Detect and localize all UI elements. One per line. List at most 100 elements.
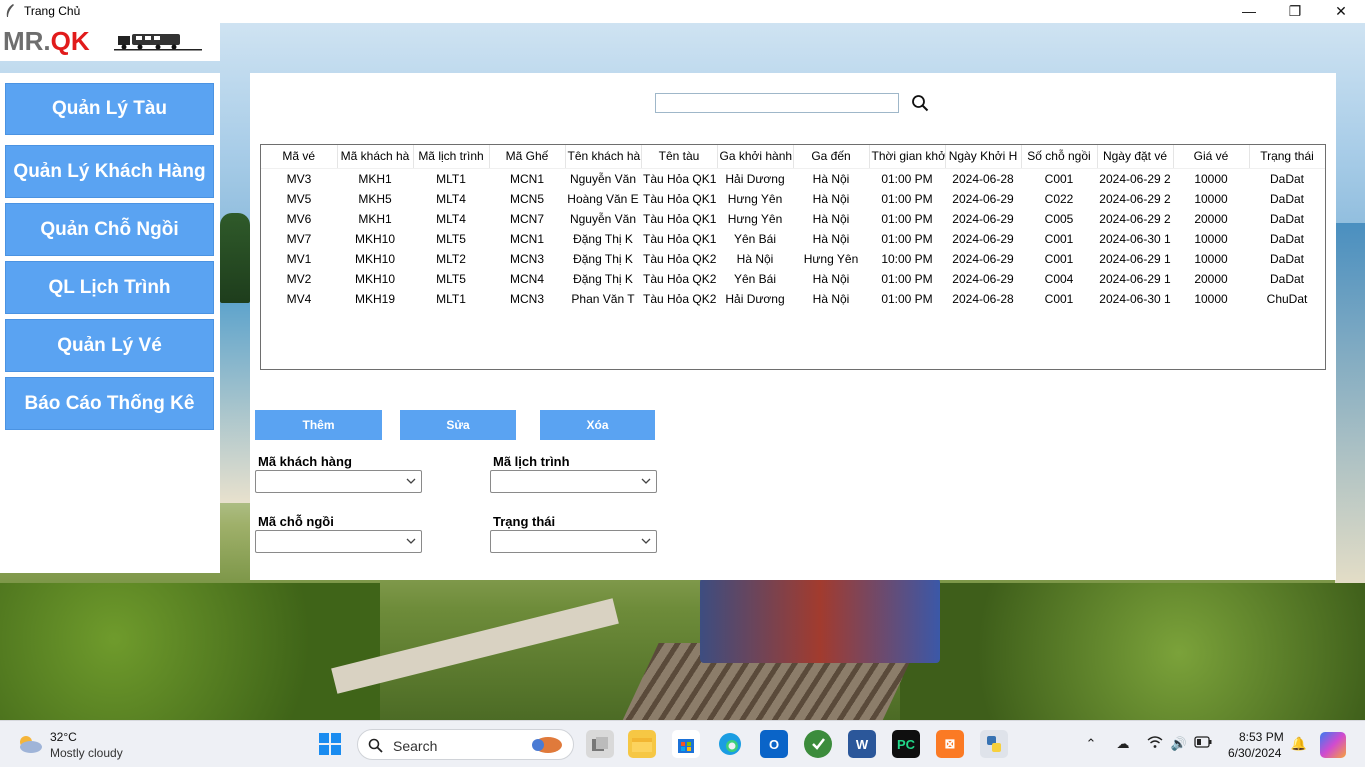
foliage-left (0, 583, 380, 720)
nav-label: QL Lịch Trình (48, 276, 171, 298)
minimize-button[interactable]: — (1226, 0, 1272, 23)
nav-train-management[interactable]: Quản Lý Tàu (5, 83, 214, 135)
seat-id-label: Mã chỗ ngồi (258, 514, 334, 529)
clock-time[interactable]: 8:53 PM (1239, 730, 1284, 744)
table-cell: 01:00 PM (881, 191, 933, 206)
app-green-icon[interactable] (804, 730, 832, 758)
clock-date[interactable]: 6/30/2024 (1228, 746, 1281, 760)
table-cell: MV2 (286, 271, 312, 286)
column-header[interactable]: Tên khách hà (565, 145, 642, 169)
table-cell: MCN5 (509, 191, 544, 206)
column-header[interactable]: Mã khách hà (337, 145, 414, 169)
table-cell: MLT1 (436, 291, 466, 306)
column-header[interactable]: Ga khởi hành (717, 145, 794, 169)
close-window-button[interactable]: ✕ (1318, 0, 1364, 23)
nav-ticket-management[interactable]: Quản Lý Vé (5, 319, 214, 372)
weather-temperature[interactable]: 32°C (50, 730, 77, 744)
table-cell: Yên Bái (733, 271, 777, 286)
column-header[interactable]: Ngày Khởi H (945, 145, 1022, 169)
copilot-icon[interactable] (1320, 732, 1346, 758)
window-title-bar: Trang Chủ — ❐ ✕ (0, 0, 1365, 23)
table-cell: Hà Nội (812, 271, 850, 286)
pycharm-letters: PC (896, 736, 916, 752)
close-icon: ✕ (1335, 3, 1347, 19)
search-input[interactable] (655, 93, 899, 113)
table-cell: MV4 (286, 291, 312, 306)
column-header[interactable]: Mã vé (261, 145, 338, 169)
python-icon[interactable] (980, 730, 1008, 758)
table-row[interactable]: MV4 MKH19 MLT1 MCN3 Phan Văn T Tàu Hỏa QK2 Hải… (261, 289, 1325, 309)
column-header[interactable]: Thời gian khở (869, 145, 946, 169)
volume-icon[interactable]: 🔊 (1170, 735, 1188, 753)
search-button[interactable] (909, 92, 931, 114)
table-cell: Phan Văn T (571, 291, 635, 306)
table-cell: MLT5 (436, 271, 466, 286)
pycharm-icon[interactable]: PC (892, 730, 920, 758)
table-row[interactable]: MV5 MKH5 MLT4 MCN5 Hoàng Văn E Tàu Hỏa QK1 Hưn… (261, 189, 1325, 209)
maximize-icon: ❐ (1288, 3, 1302, 19)
column-header[interactable]: Tên tàu (641, 145, 718, 169)
table-cell: Hà Nội (812, 191, 850, 206)
column-header[interactable]: Giá vé (1173, 145, 1250, 169)
table-cell: 10000 (1194, 291, 1228, 306)
customer-id-select[interactable] (255, 470, 422, 493)
nav-customer-management[interactable]: Quản Lý Khách Hàng (5, 145, 214, 198)
table-row[interactable]: MV2 MKH10 MLT5 MCN4 Đặng Thị K Tàu Hỏa QK2 Yên… (261, 269, 1325, 289)
table-cell: MKH5 (358, 191, 392, 206)
weather-description[interactable]: Mostly cloudy (50, 746, 123, 760)
table-cell: DaDat (1269, 211, 1304, 226)
table-row[interactable]: MV6 MKH1 MLT4 MCN7 Nguyễn Văn Tàu Hỏa QK1 Hưng… (261, 209, 1325, 229)
logo-qk: QK (50, 26, 90, 56)
task-view-icon[interactable] (586, 730, 614, 758)
schedule-id-select[interactable] (490, 470, 657, 493)
table-cell: Hoàng Văn E (567, 191, 639, 206)
battery-icon[interactable] (1194, 735, 1212, 753)
table-cell: 20000 (1194, 271, 1228, 286)
outlook-icon[interactable]: O (760, 730, 788, 758)
wifi-icon[interactable] (1146, 735, 1164, 753)
delete-button[interactable]: Xóa (540, 410, 655, 440)
logo-panel: MR.QK (0, 23, 220, 61)
maximize-button[interactable]: ❐ (1272, 0, 1318, 23)
table-cell: Đặng Thị K (573, 251, 633, 266)
nav-statistics-report[interactable]: Báo Cáo Thống Kê (5, 377, 214, 430)
table-row[interactable]: MV7 MKH10 MLT5 MCN1 Đặng Thị K Tàu Hỏa QK1 Yên… (261, 229, 1325, 249)
column-header[interactable]: Số chỗ ngồi (1021, 145, 1098, 169)
xampp-icon[interactable]: ⊠ (936, 730, 964, 758)
logo-text: MR.QK (3, 26, 90, 57)
column-header[interactable]: Trạng thái (1249, 145, 1325, 169)
table-cell: MKH10 (354, 231, 395, 246)
table-cell: MCN1 (509, 231, 544, 246)
nav-schedule-management[interactable]: QL Lịch Trình (5, 261, 214, 314)
edit-button[interactable]: Sửa (400, 410, 516, 440)
column-header[interactable]: Ngày đặt vé (1097, 145, 1174, 169)
word-icon[interactable]: W (848, 730, 876, 758)
store-icon[interactable] (672, 730, 700, 758)
customer-id-label: Mã khách hàng (258, 454, 352, 469)
table-cell: 2024-06-29 2 (1099, 211, 1171, 226)
table-cell: 2024-06-29 2 (1099, 191, 1171, 206)
nav-seat-management[interactable]: Quản Chỗ Ngồi (5, 203, 214, 256)
add-button[interactable]: Thêm (255, 410, 382, 440)
seat-id-select[interactable] (255, 530, 422, 553)
chevron-up-icon[interactable]: ⌃ (1082, 735, 1100, 753)
table-row[interactable]: MV1 MKH10 MLT2 MCN3 Đặng Thị K Tàu Hỏa QK2 Hà … (261, 249, 1325, 269)
taskbar-search[interactable]: Search (357, 729, 574, 760)
notification-bell-icon[interactable]: 🔔 (1290, 735, 1308, 753)
table-cell: MCN1 (509, 171, 544, 186)
edge-icon[interactable] (716, 730, 744, 758)
cloud-weather-icon[interactable] (16, 733, 44, 755)
table-cell: Nguyễn Văn (569, 211, 637, 226)
table-cell: Hưng Yên (727, 211, 783, 226)
file-explorer-icon[interactable] (628, 730, 656, 758)
status-select[interactable] (490, 530, 657, 553)
column-header[interactable]: Mã lịch trình (413, 145, 490, 169)
column-header[interactable]: Ga đến (793, 145, 870, 169)
table-row[interactable]: MV3 MKH1 MLT1 MCN1 Nguyễn Văn Tàu Hỏa QK1 Hải … (261, 168, 1325, 189)
network-status-icon[interactable]: ☁ (1114, 735, 1132, 753)
tickets-table[interactable]: Mã vé Mã khách hà Mã lịch trình Mã Ghế Tên k… (260, 144, 1326, 370)
table-cell: DaDat (1269, 251, 1304, 266)
windows-start-icon[interactable] (316, 730, 344, 758)
column-header[interactable]: Mã Ghế (489, 145, 566, 169)
schedule-id-label: Mã lịch trình (493, 454, 570, 469)
